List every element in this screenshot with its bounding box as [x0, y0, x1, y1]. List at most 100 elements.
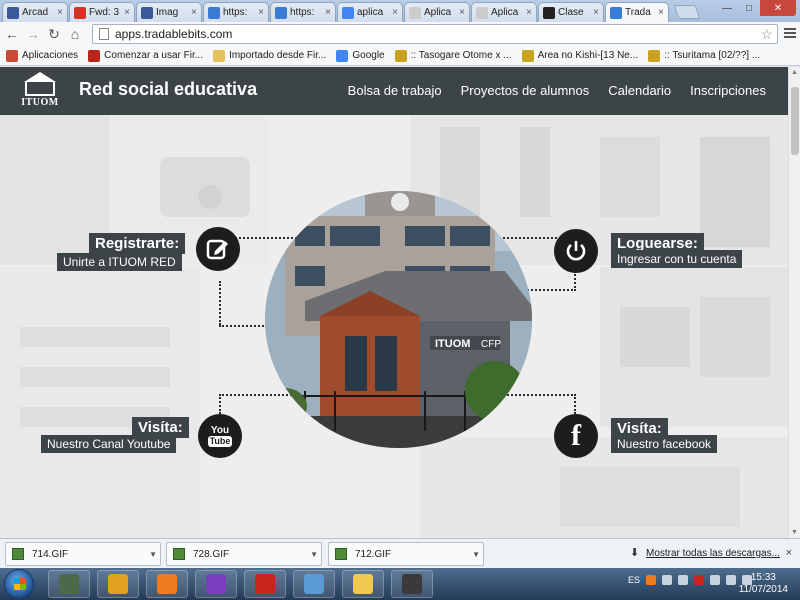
bookmarks-bar: Aplicaciones Comenzar a usar Fir... Import… — [0, 46, 800, 66]
scroll-up-icon[interactable]: ▲ — [791, 69, 798, 76]
taskbar-button[interactable] — [391, 570, 433, 598]
address-bar[interactable]: apps.tradablebits.com ☆ — [92, 24, 778, 44]
mc-icon — [648, 49, 661, 62]
tab-title: https: — [290, 7, 315, 18]
antivirus-icon[interactable] — [694, 575, 704, 585]
chevron-down-icon[interactable]: ▼ — [310, 550, 318, 559]
page-viewport: ITUOM Red social educativa Bolsa de trab… — [0, 67, 788, 538]
multicolor-site-icon — [610, 6, 622, 19]
browser-tab[interactable]: Aplica × — [404, 2, 470, 22]
page-icon — [99, 28, 109, 40]
facebook-icon[interactable]: f — [554, 414, 598, 458]
browser-tab[interactable]: https: × — [270, 2, 336, 22]
taskbar-button[interactable] — [244, 570, 286, 598]
browser-tab[interactable]: Arcad × — [2, 2, 68, 22]
power-icon[interactable] — [554, 229, 598, 273]
scroll-down-icon[interactable]: ▼ — [791, 529, 798, 536]
bookmark-star-icon[interactable]: ☆ — [760, 26, 773, 43]
taskbar-button[interactable] — [146, 570, 188, 598]
youtube-icon-text-top: You — [210, 424, 230, 436]
browser-tab[interactable]: Aplica × — [471, 2, 537, 22]
tab-strip: Arcad × Fwd: 3 × Imag × https: × https: × aplica × A… — [0, 0, 800, 22]
bookmark-item[interactable]: Importado desde Fir... — [213, 49, 326, 62]
chevron-down-icon[interactable]: ▼ — [472, 550, 480, 559]
close-window-icon[interactable]: ✕ — [760, 0, 796, 16]
close-tab-icon[interactable]: × — [258, 7, 264, 18]
close-tab-icon[interactable]: × — [658, 7, 664, 18]
facebook-subtitle[interactable]: Nuestro facebook — [611, 435, 718, 453]
action-center-flag-icon[interactable] — [710, 575, 720, 585]
minimize-icon[interactable]: — — [716, 0, 738, 16]
bookmark-item[interactable]: Aplicaciones — [6, 49, 79, 62]
back-icon[interactable]: ← — [3, 25, 21, 43]
reload-icon[interactable]: ↻ — [45, 25, 63, 43]
maximize-icon[interactable]: □ — [738, 0, 760, 16]
download-filename: 712.GIF — [355, 548, 392, 560]
tray-app-icon[interactable] — [662, 575, 672, 585]
browser-tab[interactable]: Fwd: 3 × — [69, 2, 135, 22]
youtube-icon[interactable]: You Tube — [198, 414, 242, 458]
download-item[interactable]: 728.GIF ▼ — [166, 542, 322, 566]
bookmark-label: Aplicaciones — [22, 50, 79, 61]
browser-tab[interactable]: aplica × — [337, 2, 403, 22]
close-downloads-icon[interactable]: × — [786, 547, 792, 559]
browser-tab[interactable]: Imag × — [136, 2, 202, 22]
close-tab-icon[interactable]: × — [526, 7, 532, 18]
start-button[interactable] — [4, 569, 34, 599]
chevron-down-icon[interactable]: ▼ — [149, 550, 157, 559]
nav-bolsa-de-trabajo[interactable]: Bolsa de trabajo — [348, 83, 442, 98]
close-tab-icon[interactable]: × — [124, 7, 130, 18]
bookmark-item[interactable]: Google — [336, 49, 385, 62]
edit-icon[interactable] — [196, 227, 240, 271]
close-tab-icon[interactable]: × — [325, 7, 331, 18]
taskbar-button[interactable] — [48, 570, 90, 598]
download-filename: 714.GIF — [32, 548, 69, 560]
download-item[interactable]: 712.GIF ▼ — [328, 542, 484, 566]
bookmark-item[interactable]: :: Tsuritama [02/??] ... — [648, 49, 761, 62]
download-item[interactable]: 714.GIF ▼ — [5, 542, 161, 566]
taskbar-button[interactable] — [195, 570, 237, 598]
youtube-subtitle[interactable]: Nuestro Canal Youtube — [41, 435, 177, 453]
window-controls: — □ ✕ — [716, 0, 796, 16]
close-tab-icon[interactable]: × — [392, 7, 398, 18]
browser-tab[interactable]: Trada × — [605, 2, 669, 22]
nav-inscripciones[interactable]: Inscripciones — [690, 83, 766, 98]
taskbar-button[interactable] — [342, 570, 384, 598]
system-clock[interactable]: 15:33 11/07/2014 — [739, 572, 788, 596]
login-subtitle[interactable]: Ingresar con tu cuenta — [611, 250, 743, 268]
xampp-tray-icon[interactable] — [646, 575, 656, 585]
forward-icon[interactable]: → — [24, 25, 42, 43]
home-icon[interactable]: ⌂ — [66, 25, 84, 43]
browser-tab[interactable]: https: × — [203, 2, 269, 22]
site-header: ITUOM Red social educativa Bolsa de trab… — [0, 67, 788, 115]
bookmark-label: Comenzar a usar Fir... — [104, 50, 204, 61]
register-subtitle[interactable]: Unirte a ITUOM RED — [57, 253, 182, 271]
new-tab-button[interactable] — [673, 5, 701, 19]
bookmark-item[interactable]: Comenzar a usar Fir... — [88, 49, 204, 62]
building-illustration: ITUOM CFP — [265, 191, 532, 448]
bookmark-item[interactable]: :: Tasogare Otome x ... — [394, 49, 512, 62]
ituom-logo[interactable]: ITUOM — [21, 70, 58, 110]
bookmark-label: :: Tsuritama [02/??] ... — [664, 50, 761, 61]
network-monitor-icon[interactable] — [678, 575, 688, 585]
page-scrollbar[interactable]: ▲ ▼ — [788, 67, 800, 538]
language-indicator[interactable]: ES — [628, 575, 640, 585]
taskbar-button[interactable] — [97, 570, 139, 598]
browser-tab[interactable]: Clase × — [538, 2, 604, 22]
register-title[interactable]: Registrarte: — [89, 233, 186, 254]
nav-proyectos-de-alumnos[interactable]: Proyectos de alumnos — [461, 83, 590, 98]
downloads-bar: 714.GIF ▼ 728.GIF ▼ 712.GIF ▼ ⬇ Mostrar … — [0, 538, 800, 568]
close-tab-icon[interactable]: × — [459, 7, 465, 18]
scrollbar-thumb[interactable] — [791, 87, 799, 155]
show-all-downloads-link[interactable]: Mostrar todas las descargas... — [646, 548, 780, 559]
network-icon[interactable] — [726, 575, 736, 585]
close-tab-icon[interactable]: × — [57, 7, 63, 18]
connector-youtube — [219, 394, 299, 396]
taskbar-button[interactable] — [293, 570, 335, 598]
bookmark-item[interactable]: Area no Kishi-[13 Ne... — [521, 49, 638, 62]
chrome-menu-icon[interactable] — [784, 28, 796, 38]
system-tray: ES — [628, 575, 752, 585]
nav-calendario[interactable]: Calendario — [608, 83, 671, 98]
close-tab-icon[interactable]: × — [593, 7, 599, 18]
close-tab-icon[interactable]: × — [191, 7, 197, 18]
